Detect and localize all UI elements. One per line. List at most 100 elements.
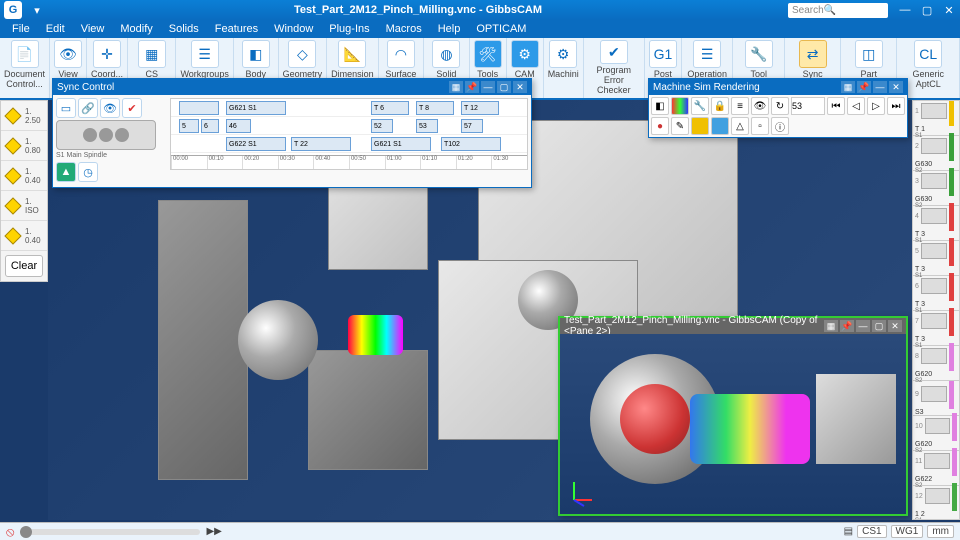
cam-icon[interactable]: ⚙ — [511, 40, 539, 68]
status-cs[interactable]: CS1 — [857, 525, 886, 538]
gantt-block[interactable]: 46 — [226, 119, 251, 133]
sim-fwd-icon[interactable]: ⏭ — [887, 97, 905, 115]
sync-check-icon[interactable]: ✔ — [122, 98, 142, 118]
axes-icon[interactable]: ✛ — [93, 40, 121, 68]
panel-min-icon[interactable]: — — [873, 81, 887, 93]
panel-grid-icon[interactable]: ▦ — [841, 81, 855, 93]
sync-control-panel[interactable]: Sync Control ▦ 📌 — ▢ ✕ ▭ 🔗 👁 ✔ S1 Main S… — [52, 78, 532, 188]
sim-rewind-icon[interactable]: ⏮ — [827, 97, 845, 115]
sim-eye-icon[interactable]: 👁 — [751, 97, 769, 115]
gantt-block[interactable]: T 22 — [291, 137, 351, 151]
gantt-block[interactable]: G621 S1 — [226, 101, 286, 115]
sim-info-icon[interactable]: ⓘ — [771, 117, 789, 135]
menu-file[interactable]: File — [4, 21, 38, 37]
app-menu-chevron[interactable]: ▾ — [26, 1, 48, 19]
gantt-block[interactable]: 57 — [461, 119, 483, 133]
sim-panel-title[interactable]: Machine Sim Rendering ▦ 📌 — ✕ — [649, 79, 907, 95]
layer-icon[interactable]: ▤ — [844, 526, 853, 537]
grid-icon[interactable]: ▦ — [138, 40, 166, 68]
tool-shape-1[interactable]: 1.0.80 — [1, 131, 47, 161]
menu-window[interactable]: Window — [266, 21, 321, 37]
menu-solids[interactable]: Solids — [161, 21, 207, 37]
gantt-block[interactable]: T 12 — [461, 101, 499, 115]
stop-icon[interactable]: ⦸ — [6, 524, 14, 540]
op-item-2[interactable]: 2G630S2 — [913, 136, 959, 171]
menu-macros[interactable]: Macros — [378, 21, 430, 37]
apt-icon[interactable]: CL — [914, 40, 942, 68]
gantt-block[interactable]: G622 S1 — [226, 137, 286, 151]
ribbon-doc[interactable]: 📄DocumentControl... — [0, 38, 50, 98]
sim-colors-icon[interactable] — [671, 97, 689, 115]
minimize-button[interactable]: — — [894, 1, 916, 19]
sim-cube-icon[interactable]: ◧ — [651, 97, 669, 115]
gantt-block[interactable]: 6 — [201, 119, 219, 133]
op-item-9[interactable]: 9S3 — [913, 381, 959, 416]
panel-close-icon[interactable]: ✕ — [889, 81, 903, 93]
ruler-icon[interactable]: 📐 — [338, 40, 366, 68]
eye-icon[interactable]: 👁 — [54, 40, 82, 68]
panel-grid-icon[interactable]: ▦ — [824, 320, 838, 332]
sim-sq-icon[interactable]: ▫ — [751, 117, 769, 135]
maximize-button[interactable]: ▢ — [916, 1, 938, 19]
menu-edit[interactable]: Edit — [38, 21, 73, 37]
cube-icon[interactable]: ◧ — [242, 40, 270, 68]
sim-loop-icon[interactable]: ↻ — [771, 97, 789, 115]
sim-tri-icon[interactable]: △ — [731, 117, 749, 135]
tool-shape-0[interactable]: 1.2.50 — [1, 101, 47, 131]
gantt-block[interactable]: 5 — [179, 119, 199, 133]
op-item-7[interactable]: 7T 3S1 — [913, 311, 959, 346]
pane2-title[interactable]: Test_Part_2M12_Pinch_Milling.vnc - Gibbs… — [560, 318, 906, 334]
station-icon[interactable]: ◫ — [855, 40, 883, 68]
panel-min-icon[interactable]: — — [856, 320, 870, 332]
panel-pin-icon[interactable]: 📌 — [857, 81, 871, 93]
sim-play-icon[interactable]: ▷ — [867, 97, 885, 115]
sim-mark1-icon[interactable] — [691, 117, 709, 135]
tool-shape-2[interactable]: 1.0.40 — [1, 161, 47, 191]
op-item-11[interactable]: 11G622S2 — [913, 451, 959, 486]
panel-min-icon[interactable]: — — [481, 81, 495, 93]
menu-help[interactable]: Help — [430, 21, 469, 37]
list-icon[interactable]: ☰ — [693, 40, 721, 68]
clear-button[interactable]: Clear — [5, 255, 43, 277]
op-item-6[interactable]: 6T 3S1 — [913, 276, 959, 311]
panel-grid-icon[interactable]: ▦ — [449, 81, 463, 93]
sim-back-icon[interactable]: ◁ — [847, 97, 865, 115]
sync-panel-title[interactable]: Sync Control ▦ 📌 — ▢ ✕ — [53, 79, 531, 95]
ribbon-mach[interactable]: ⚙Machini — [544, 38, 584, 98]
sim-bars-icon[interactable]: ≡ — [731, 97, 749, 115]
panel-pin-icon[interactable]: 📌 — [465, 81, 479, 93]
menu-view[interactable]: View — [73, 21, 113, 37]
tool-shape-4[interactable]: 1.0.40 — [1, 221, 47, 251]
op-item-5[interactable]: 5T 3S1 — [913, 241, 959, 276]
forward-icon[interactable]: ▶▶ — [206, 526, 221, 537]
sim-pen-icon[interactable]: ✎ — [671, 117, 689, 135]
ribbon-perr[interactable]: ✔Program ErrorChecker — [584, 38, 645, 98]
op-item-10[interactable]: 10G620S2 — [913, 416, 959, 451]
op-item-12[interactable]: 121 2S1 — [913, 486, 959, 520]
document-icon[interactable]: 📄 — [11, 40, 39, 68]
op-item-3[interactable]: 3G630S2 — [913, 171, 959, 206]
sync-clock-icon[interactable]: ◷ — [78, 162, 98, 182]
g1-icon[interactable]: G1 — [649, 40, 677, 68]
gantt-block[interactable]: 52 — [371, 119, 393, 133]
menu-opticam[interactable]: OPTICAM — [468, 21, 534, 37]
panel-max-icon[interactable]: ▢ — [872, 320, 886, 332]
pane2-panel[interactable]: Test_Part_2M12_Pinch_Milling.vnc - Gibbs… — [558, 316, 908, 516]
sim-mark2-icon[interactable] — [711, 117, 729, 135]
gantt-block[interactable]: T102 — [441, 137, 501, 151]
sync-tri-icon[interactable]: ▲ — [56, 162, 76, 182]
sim-tool-icon[interactable]: 🔧 — [691, 97, 709, 115]
menu-modify[interactable]: Modify — [112, 21, 160, 37]
close-button[interactable]: ✕ — [938, 1, 960, 19]
sync-view-icon[interactable]: ▭ — [56, 98, 76, 118]
layers-icon[interactable]: ☰ — [191, 40, 219, 68]
sim-rec-icon[interactable]: ● — [651, 117, 669, 135]
sync-eye-icon[interactable]: 👁 — [100, 98, 120, 118]
gantt-block[interactable]: T 6 — [371, 101, 409, 115]
tool-icon[interactable]: 🛠 — [474, 40, 502, 68]
sync-knob[interactable] — [56, 120, 156, 150]
panel-close-icon[interactable]: ✕ — [513, 81, 527, 93]
panel-close-icon[interactable]: ✕ — [888, 320, 902, 332]
panel-pin-icon[interactable]: 📌 — [840, 320, 854, 332]
pane2-viewport[interactable] — [560, 334, 906, 514]
